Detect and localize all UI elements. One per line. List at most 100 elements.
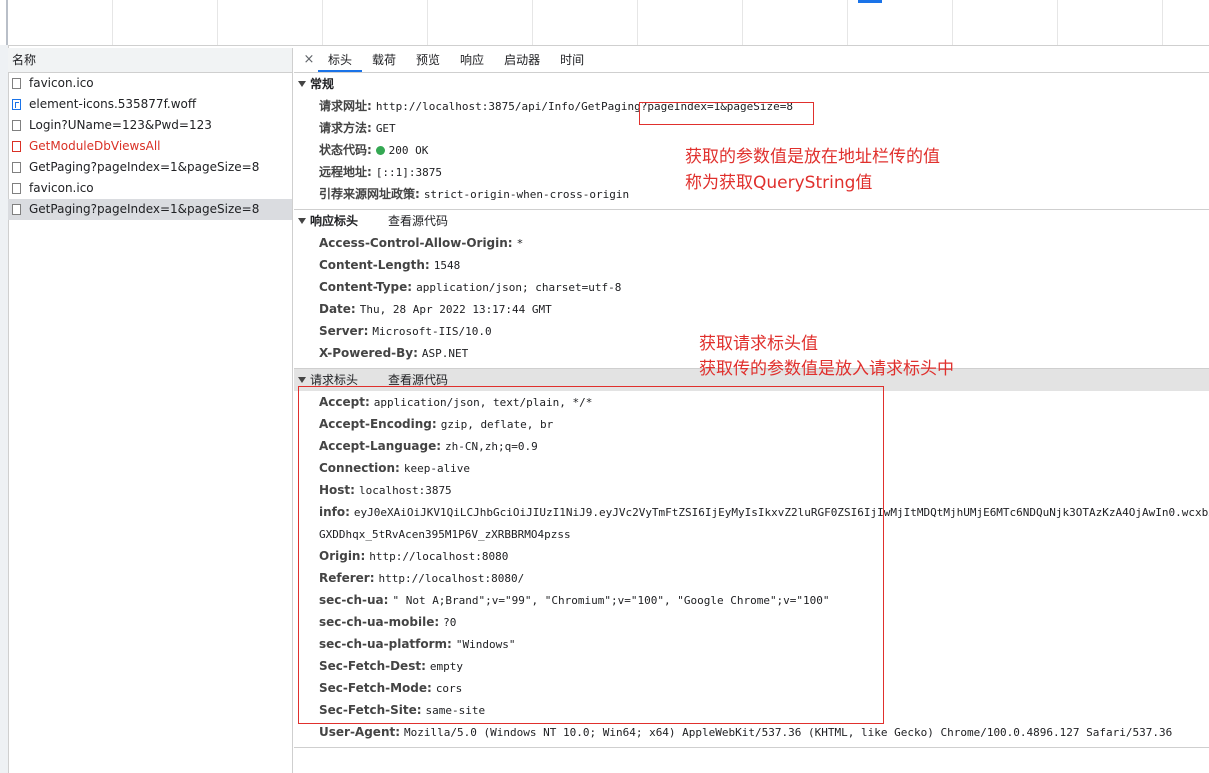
header-row: sec-ch-ua: " Not A;Brand";v="99", "Chromi… [294, 589, 1209, 611]
request-name: GetPaging?pageIndex=1&pageSize=8 [29, 202, 260, 216]
header-value: application/json; charset=utf-8 [416, 281, 622, 294]
header-key: sec-ch-ua-platform: [319, 637, 452, 651]
header-row: sec-ch-ua-mobile: ?0 [294, 611, 1209, 633]
close-icon[interactable]: × [300, 48, 318, 72]
triangle-down-icon [298, 377, 306, 383]
header-value: 200 OK [388, 144, 429, 157]
request-row[interactable]: GetPaging?pageIndex=1&pageSize=8 [8, 157, 292, 178]
document-icon [12, 183, 21, 194]
header-key: 引荐来源网址政策: [319, 187, 420, 201]
tab-preview[interactable]: 预览 [406, 48, 450, 72]
header-value: 1548 [433, 259, 461, 272]
header-value: [::1]:3875 [375, 166, 443, 179]
header-value: GET [375, 122, 396, 135]
header-row: Sec-Fetch-Site: same-site [294, 699, 1209, 721]
header-key: Content-Type: [319, 280, 413, 294]
timeline-gridline [427, 0, 428, 45]
request-name: GetPaging?pageIndex=1&pageSize=8 [29, 160, 260, 174]
request-row[interactable]: element-icons.535877f.woff [8, 94, 292, 115]
tab-response[interactable]: 响应 [450, 48, 494, 72]
request-name: element-icons.535877f.woff [29, 97, 197, 111]
query-string-note-line1: 获取的参数值是放在地址栏传的值 [685, 147, 940, 167]
header-value: strict-origin-when-cross-origin [423, 188, 630, 201]
header-value: empty [429, 660, 463, 673]
request-list-rows: favicon.ico element-icons.535877f.woff L… [8, 73, 292, 220]
timeline-gridline [742, 0, 743, 45]
header-value: * [516, 237, 524, 250]
header-value: Microsoft-IIS/10.0 [372, 325, 492, 338]
tab-headers[interactable]: 标头 [318, 48, 363, 72]
header-value: zh-CN,zh;q=0.9 [445, 440, 538, 453]
header-value: http://localhost:8080/ [378, 572, 525, 585]
header-row: Origin: http://localhost:8080 [294, 545, 1209, 567]
request-name: GetModuleDbViewsAll [29, 139, 161, 153]
request-headers-section: 请求标头 查看源代码 Accept: application/json, text… [294, 369, 1209, 748]
header-key: 状态代码: [319, 143, 372, 157]
timeline-gridline [637, 0, 638, 45]
header-row-continuation: GXDDhqx_5tRvAcen395M1P6V_zXRBBRMO4pzss [294, 523, 1209, 545]
header-key: Accept: [319, 395, 370, 409]
header-row: Content-Length: 1548 [294, 254, 1209, 276]
header-note-line1: 获取请求标头值 [699, 334, 818, 354]
document-icon [12, 204, 21, 215]
request-name: favicon.ico [29, 181, 94, 195]
request-row[interactable]: Login?UName=123&Pwd=123 [8, 115, 292, 136]
error-document-icon [12, 141, 21, 152]
timeline-gridline [952, 0, 953, 45]
header-row: Content-Type: application/json; charset=u… [294, 276, 1209, 298]
request-url-query[interactable]: ?pageIndex=1&pageSize=8 [641, 100, 793, 113]
header-row: Sec-Fetch-Mode: cors [294, 677, 1209, 699]
tab-initiator[interactable]: 启动器 [494, 48, 550, 72]
header-key: Sec-Fetch-Dest: [319, 659, 426, 673]
view-source-link[interactable]: 查看源代码 [388, 369, 448, 391]
tab-timing[interactable]: 时间 [550, 48, 594, 72]
request-row[interactable]: favicon.ico [8, 73, 292, 94]
request-row[interactable]: favicon.ico [8, 178, 292, 199]
header-key: Accept-Encoding: [319, 417, 437, 431]
document-icon [12, 162, 21, 173]
general-section-toggle[interactable]: 常规 [294, 73, 1209, 95]
header-value: "Windows" [455, 638, 516, 651]
header-row: Access-Control-Allow-Origin: * [294, 232, 1209, 254]
header-row: Referer: http://localhost:8080/ [294, 567, 1209, 589]
header-key: Accept-Language: [319, 439, 442, 453]
header-value: Mozilla/5.0 (Windows NT 10.0; Win64; x64… [404, 726, 1173, 739]
header-value: eyJ0eXAiOiJKV1QiLCJhbGciOiJIUzI1NiJ9.eyJ… [353, 506, 1209, 519]
header-value: Thu, 28 Apr 2022 13:17:44 GMT [359, 303, 552, 316]
header-key: sec-ch-ua-mobile: [319, 615, 440, 629]
request-method-row: 请求方法: GET [294, 117, 1209, 139]
timeline-gridline [322, 0, 323, 45]
request-url-row: 请求网址: http://localhost:3875/api/Info/GetP… [294, 95, 1209, 117]
header-key: 请求方法: [319, 121, 372, 135]
triangle-down-icon [298, 81, 306, 87]
tab-payload[interactable]: 载荷 [362, 48, 406, 72]
header-value: " Not A;Brand";v="99", "Chromium";v="100… [392, 594, 830, 607]
view-source-link[interactable]: 查看源代码 [388, 210, 448, 232]
network-timeline[interactable] [0, 0, 1209, 46]
header-note-line2: 获取传的参数值是放入请求标头中 [699, 359, 954, 379]
status-ok-icon [375, 146, 385, 155]
request-row-error[interactable]: GetModuleDbViewsAll [8, 136, 292, 157]
header-key: 远程地址: [319, 165, 372, 179]
header-key: 请求网址: [319, 99, 372, 113]
header-key: Date: [319, 302, 356, 316]
header-key: User-Agent: [319, 725, 401, 739]
header-key: Origin: [319, 549, 366, 563]
response-headers-toggle[interactable]: 响应标头 查看源代码 [294, 210, 1209, 232]
header-row: Sec-Fetch-Dest: empty [294, 655, 1209, 677]
header-row: Accept: application/json, text/plain, */* [294, 391, 1209, 413]
timeline-gridline [847, 0, 848, 45]
header-row: User-Agent: Mozilla/5.0 (Windows NT 10.0;… [294, 721, 1209, 743]
request-row-selected[interactable]: GetPaging?pageIndex=1&pageSize=8 [8, 199, 292, 220]
timeline-request-marker [858, 0, 882, 3]
header-value: localhost:3875 [358, 484, 452, 497]
header-row: sec-ch-ua-platform: "Windows" [294, 633, 1209, 655]
request-list-header[interactable]: 名称 [8, 48, 292, 73]
header-key: Sec-Fetch-Mode: [319, 681, 432, 695]
section-title: 常规 [310, 77, 335, 91]
request-url-base[interactable]: http://localhost:3875/api/Info/GetPaging [376, 100, 641, 113]
document-icon [12, 78, 21, 89]
header-key: Sec-Fetch-Site: [319, 703, 422, 717]
timeline-gridline [1162, 0, 1163, 45]
header-value: ASP.NET [421, 347, 469, 360]
